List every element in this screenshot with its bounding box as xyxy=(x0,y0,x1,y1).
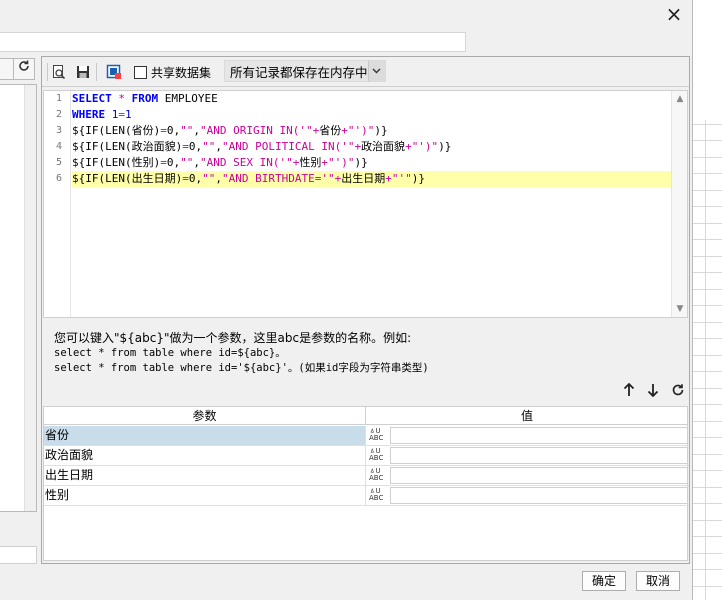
table-row[interactable]: 省份 ㅿU ABC xyxy=(44,426,689,446)
param-value-input[interactable] xyxy=(390,487,688,504)
save-icon[interactable] xyxy=(73,62,93,82)
chevron-down-icon[interactable] xyxy=(367,61,385,81)
param-value-input[interactable] xyxy=(390,447,688,464)
editor-scrollbar[interactable]: ▲ ▼ xyxy=(671,91,687,317)
dataset-name-input[interactable] xyxy=(0,32,466,52)
type-abc-icon[interactable]: ㅿU ABC xyxy=(367,467,389,485)
table-row[interactable]: 出生日期 ㅿU ABC xyxy=(44,466,689,486)
header-param: 参数 xyxy=(44,407,366,425)
hint-line-1: 您可以键入"${abc}"做为一个参数，这里abc是参数的名称。例如: xyxy=(54,331,412,345)
line-number: 5 xyxy=(55,157,62,168)
share-dataset-checkbox[interactable]: 共享数据集 xyxy=(134,63,211,81)
preview-icon[interactable] xyxy=(49,62,69,82)
code-line-4[interactable]: ${IF(LEN(政治面貌)=0,"","AND POLITICAL IN('"… xyxy=(72,139,451,155)
scroll-up-icon[interactable]: ▲ xyxy=(672,91,688,107)
ok-button[interactable]: 确定 xyxy=(582,571,626,591)
code-line-1[interactable]: SELECT * FROM EMPLOYEE xyxy=(72,91,218,107)
table-row[interactable]: 性别 ㅿU ABC xyxy=(44,486,689,506)
line-number: 4 xyxy=(55,141,62,152)
parameter-icon[interactable] xyxy=(104,62,124,82)
left-list-scrollbar[interactable] xyxy=(24,85,36,511)
line-number: 2 xyxy=(55,109,62,120)
line-number: 1 xyxy=(55,93,62,104)
move-up-icon[interactable] xyxy=(620,382,638,401)
refresh-params-icon[interactable] xyxy=(669,383,687,401)
left-bottom-field[interactable] xyxy=(0,546,37,564)
code-line-2[interactable]: WHERE 1=1 xyxy=(72,107,132,123)
memory-mode-value: 所有记录都保存在内存中 xyxy=(230,64,368,80)
dataset-dialog: × 共享数据集 所有记录都保存在内存中 1 2 3 4 5 6 SELECT *… xyxy=(0,0,693,600)
header-value: 值 xyxy=(520,409,533,423)
sql-toolbar: 共享数据集 所有记录都保存在内存中 xyxy=(42,57,689,87)
line-gutter: 1 2 3 4 5 6 xyxy=(44,91,71,317)
sql-editor[interactable]: 1 2 3 4 5 6 SELECT * FROM EMPLOYEE WHERE… xyxy=(43,90,688,318)
parameter-hint: 您可以键入"${abc}"做为一个参数，这里abc是参数的名称。例如: sele… xyxy=(54,330,674,376)
param-name: 性别 xyxy=(44,486,366,505)
left-toolbar xyxy=(0,58,40,82)
connection-list[interactable] xyxy=(0,84,37,512)
cancel-button[interactable]: 取消 xyxy=(636,571,680,591)
param-name: 出生日期 xyxy=(44,466,366,485)
line-number: 6 xyxy=(55,173,62,184)
sql-panel: 共享数据集 所有记录都保存在内存中 1 2 3 4 5 6 SELECT * F… xyxy=(41,56,690,564)
refresh-icon[interactable] xyxy=(13,58,35,80)
close-icon[interactable]: × xyxy=(664,4,684,24)
type-abc-icon[interactable]: ㅿU ABC xyxy=(367,487,389,505)
parameter-table: 参数 值 省份 ㅿU ABC 政治面貌 ㅿU ABC 出生日期 ㅿU ABC 性别 ㅿ… xyxy=(43,406,689,561)
code-line-5[interactable]: ${IF(LEN(性别)=0,"","AND SEX IN('"+性别+"')"… xyxy=(72,155,368,171)
code-line-3[interactable]: ${IF(LEN(省份)=0,"","AND ORIGIN IN('"+省份+"… xyxy=(72,123,388,139)
scroll-down-icon[interactable]: ▼ xyxy=(672,301,688,317)
memory-mode-select[interactable]: 所有记录都保存在内存中 xyxy=(224,60,386,82)
move-down-icon[interactable] xyxy=(644,383,662,401)
param-order-controls xyxy=(614,382,690,401)
background-spreadsheet xyxy=(693,0,722,600)
code-line-6[interactable]: ${IF(LEN(出生日期)=0,"","AND BIRTHDATE='"+出生… xyxy=(72,171,672,187)
hint-line-2: select * from table where id=${abc}。 xyxy=(54,347,286,359)
parameter-table-header: 参数 值 xyxy=(44,407,687,425)
param-value-input[interactable] xyxy=(390,427,688,444)
hint-line-3: select * from table where id='${abc}'。(如… xyxy=(54,362,429,374)
table-row[interactable]: 政治面貌 ㅿU ABC xyxy=(44,446,689,466)
type-abc-icon[interactable]: ㅿU ABC xyxy=(367,427,389,445)
share-dataset-label: 共享数据集 xyxy=(151,65,212,80)
param-name: 政治面貌 xyxy=(44,446,366,465)
line-number: 3 xyxy=(55,125,62,136)
param-value-input[interactable] xyxy=(390,467,688,484)
param-name: 省份 xyxy=(44,426,366,445)
checkbox-box[interactable] xyxy=(134,65,147,79)
type-abc-icon[interactable]: ㅿU ABC xyxy=(367,447,389,465)
